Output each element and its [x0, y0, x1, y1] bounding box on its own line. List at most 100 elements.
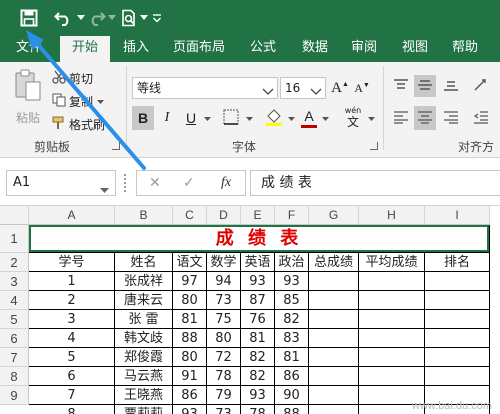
- tab-view[interactable]: 视图: [395, 36, 435, 62]
- undo-button[interactable]: [50, 7, 76, 29]
- tab-help[interactable]: 帮助: [445, 36, 485, 62]
- orientation-button[interactable]: [468, 75, 494, 97]
- font-size-combo[interactable]: 16: [280, 77, 326, 99]
- data-cell[interactable]: 唐来云: [115, 291, 173, 310]
- header-cell[interactable]: 语文: [173, 253, 207, 272]
- font-launcher[interactable]: [370, 142, 378, 150]
- data-cell[interactable]: 张成祥: [115, 272, 173, 291]
- row-header-5[interactable]: 5: [0, 310, 29, 329]
- data-cell[interactable]: 97: [173, 272, 207, 291]
- data-cell[interactable]: [309, 272, 359, 291]
- data-cell[interactable]: 5: [29, 348, 115, 367]
- data-cell[interactable]: [309, 329, 359, 348]
- data-cell[interactable]: [425, 272, 490, 291]
- data-cell[interactable]: 80: [173, 291, 207, 310]
- save-button[interactable]: [14, 4, 44, 32]
- row-header-2[interactable]: 2: [0, 253, 29, 272]
- decrease-font-size-button[interactable]: A▼: [352, 77, 372, 99]
- data-cell[interactable]: [309, 310, 359, 329]
- decrease-indent-button[interactable]: [468, 106, 494, 130]
- borders-dropdown[interactable]: [244, 106, 254, 130]
- data-cell[interactable]: 93: [173, 405, 207, 414]
- sheet-title-cell[interactable]: 成 绩 表: [29, 225, 490, 253]
- insert-function-button[interactable]: fx: [221, 175, 231, 191]
- column-header-c[interactable]: C: [173, 206, 207, 225]
- header-cell[interactable]: 总成绩: [309, 253, 359, 272]
- data-cell[interactable]: [309, 386, 359, 405]
- data-cell[interactable]: [359, 272, 425, 291]
- data-cell[interactable]: 73: [207, 291, 241, 310]
- data-cell[interactable]: 郑俊霞: [115, 348, 173, 367]
- data-cell[interactable]: [359, 329, 425, 348]
- fill-color-button[interactable]: [262, 106, 286, 130]
- header-cell[interactable]: 数学: [207, 253, 241, 272]
- tab-review[interactable]: 审阅: [344, 36, 384, 62]
- copy-button[interactable]: 复制: [52, 91, 105, 111]
- redo-dropdown[interactable]: [108, 7, 116, 29]
- data-cell[interactable]: 88: [275, 405, 309, 414]
- increase-font-size-button[interactable]: A▲: [330, 77, 350, 99]
- align-right-button[interactable]: [440, 106, 462, 130]
- data-cell[interactable]: 韩文歧: [115, 329, 173, 348]
- font-name-combo[interactable]: 等线: [132, 77, 278, 99]
- redo-button[interactable]: [86, 7, 108, 29]
- data-cell[interactable]: [359, 367, 425, 386]
- data-cell[interactable]: 93: [241, 272, 275, 291]
- data-cell[interactable]: 78: [207, 367, 241, 386]
- header-cell[interactable]: 政治: [275, 253, 309, 272]
- data-cell[interactable]: 93: [275, 272, 309, 291]
- customize-toolbar-button[interactable]: [150, 7, 164, 29]
- clipboard-launcher[interactable]: [112, 142, 120, 150]
- data-cell[interactable]: 张 雷: [115, 310, 173, 329]
- data-cell[interactable]: 88: [173, 329, 207, 348]
- data-cell[interactable]: [425, 348, 490, 367]
- select-all-corner[interactable]: [0, 206, 29, 225]
- cancel-button[interactable]: ✕: [149, 175, 161, 191]
- data-cell[interactable]: 86: [173, 386, 207, 405]
- data-cell[interactable]: 82: [241, 348, 275, 367]
- column-header-g[interactable]: G: [309, 206, 359, 225]
- row-header-4[interactable]: 4: [0, 291, 29, 310]
- data-cell[interactable]: 王晓燕: [115, 386, 173, 405]
- data-cell[interactable]: 93: [241, 386, 275, 405]
- row-header-7[interactable]: 7: [0, 348, 29, 367]
- data-cell[interactable]: [309, 348, 359, 367]
- print-preview-dropdown[interactable]: [140, 7, 148, 29]
- column-header-h[interactable]: H: [359, 206, 425, 225]
- data-cell[interactable]: [425, 291, 490, 310]
- data-cell[interactable]: [425, 310, 490, 329]
- paste-button[interactable]: 粘贴: [8, 68, 48, 134]
- data-cell[interactable]: 2: [29, 291, 115, 310]
- data-cell[interactable]: 94: [207, 272, 241, 291]
- data-cell[interactable]: 81: [173, 310, 207, 329]
- data-cell[interactable]: [309, 367, 359, 386]
- data-cell[interactable]: 1: [29, 272, 115, 291]
- data-cell[interactable]: 86: [275, 367, 309, 386]
- data-cell[interactable]: 83: [275, 329, 309, 348]
- data-cell[interactable]: 3: [29, 310, 115, 329]
- align-left-button[interactable]: [390, 106, 412, 130]
- tab-data[interactable]: 数据: [295, 36, 335, 62]
- format-painter-button[interactable]: 格式刷: [52, 114, 105, 134]
- data-cell[interactable]: 73: [207, 405, 241, 414]
- cut-button[interactable]: 剪切: [52, 68, 93, 88]
- tab-home[interactable]: 开始: [60, 36, 110, 62]
- data-cell[interactable]: 76: [241, 310, 275, 329]
- column-header-i[interactable]: I: [425, 206, 490, 225]
- borders-button[interactable]: [218, 106, 244, 130]
- column-header-d[interactable]: D: [207, 206, 241, 225]
- data-cell[interactable]: 4: [29, 329, 115, 348]
- data-cell[interactable]: 82: [241, 367, 275, 386]
- data-cell[interactable]: 90: [275, 386, 309, 405]
- data-cell[interactable]: [359, 310, 425, 329]
- data-cell[interactable]: 81: [241, 329, 275, 348]
- data-cell[interactable]: [425, 367, 490, 386]
- data-cell[interactable]: [359, 291, 425, 310]
- data-cell[interactable]: 8: [29, 405, 115, 414]
- column-header-a[interactable]: A: [29, 206, 115, 225]
- align-center-button[interactable]: [414, 106, 436, 130]
- tab-page-layout[interactable]: 页面布局: [166, 36, 232, 62]
- tab-file[interactable]: 文件: [8, 36, 50, 62]
- data-cell[interactable]: 72: [207, 348, 241, 367]
- data-cell[interactable]: 马云燕: [115, 367, 173, 386]
